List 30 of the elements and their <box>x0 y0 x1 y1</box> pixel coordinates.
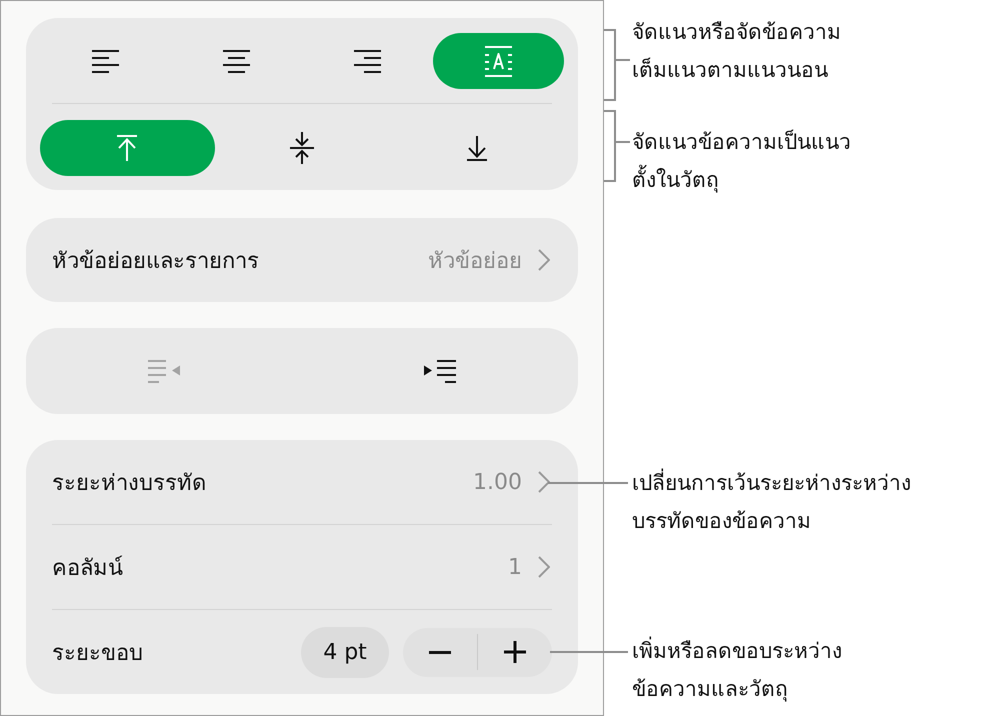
align-right-icon <box>354 50 381 72</box>
text-box-icon <box>485 46 512 76</box>
callout-text: จัดแนวหรือจัดข้อความ เต็มแนวตามแนวนอน <box>632 19 842 84</box>
chevron-right-icon <box>538 471 550 493</box>
indent-icon <box>424 360 456 382</box>
bracket-line <box>604 110 630 182</box>
row-label: ระยะขอบ <box>52 640 144 668</box>
chevron-right-icon <box>538 556 550 578</box>
row-label: ระยะห่างบรรทัด <box>52 470 207 498</box>
row-label: หัวข้อย่อยและรายการ <box>52 248 260 276</box>
indent-button[interactable] <box>424 360 456 382</box>
plus-icon <box>504 641 526 663</box>
row-value: 1.00 <box>473 470 522 494</box>
row-value: หัวข้อย่อย <box>428 248 522 276</box>
align-center-icon <box>223 50 250 72</box>
row-value: 1 <box>508 554 522 580</box>
minus-icon <box>429 650 451 654</box>
row-label: คอลัมน์ <box>52 554 124 582</box>
align-top-icon <box>116 135 138 161</box>
callout-text: เปลี่ยนการเว้นระยะห่างระหว่าง บรรทัดของข้อความ <box>632 464 999 540</box>
outdent-icon <box>148 360 180 382</box>
callout-text: เพิ่มหรือลดขอบระหว่าง ข้อความและวัตถุ <box>632 632 999 708</box>
settings-card[interactable]: หัวข้อย่อยและรายการ หัวข้อย่อย <box>26 218 578 302</box>
chevron-right-icon <box>538 249 550 271</box>
align-left-icon <box>92 50 119 72</box>
callout-text: จัดแนวข้อความเป็นแนว ตั้งในวัตถุ <box>632 128 852 195</box>
align-bottom-icon <box>466 136 488 160</box>
bracket-line <box>604 29 630 101</box>
value-field[interactable]: 4 pt <box>301 626 389 678</box>
align-middle-icon <box>288 132 315 164</box>
